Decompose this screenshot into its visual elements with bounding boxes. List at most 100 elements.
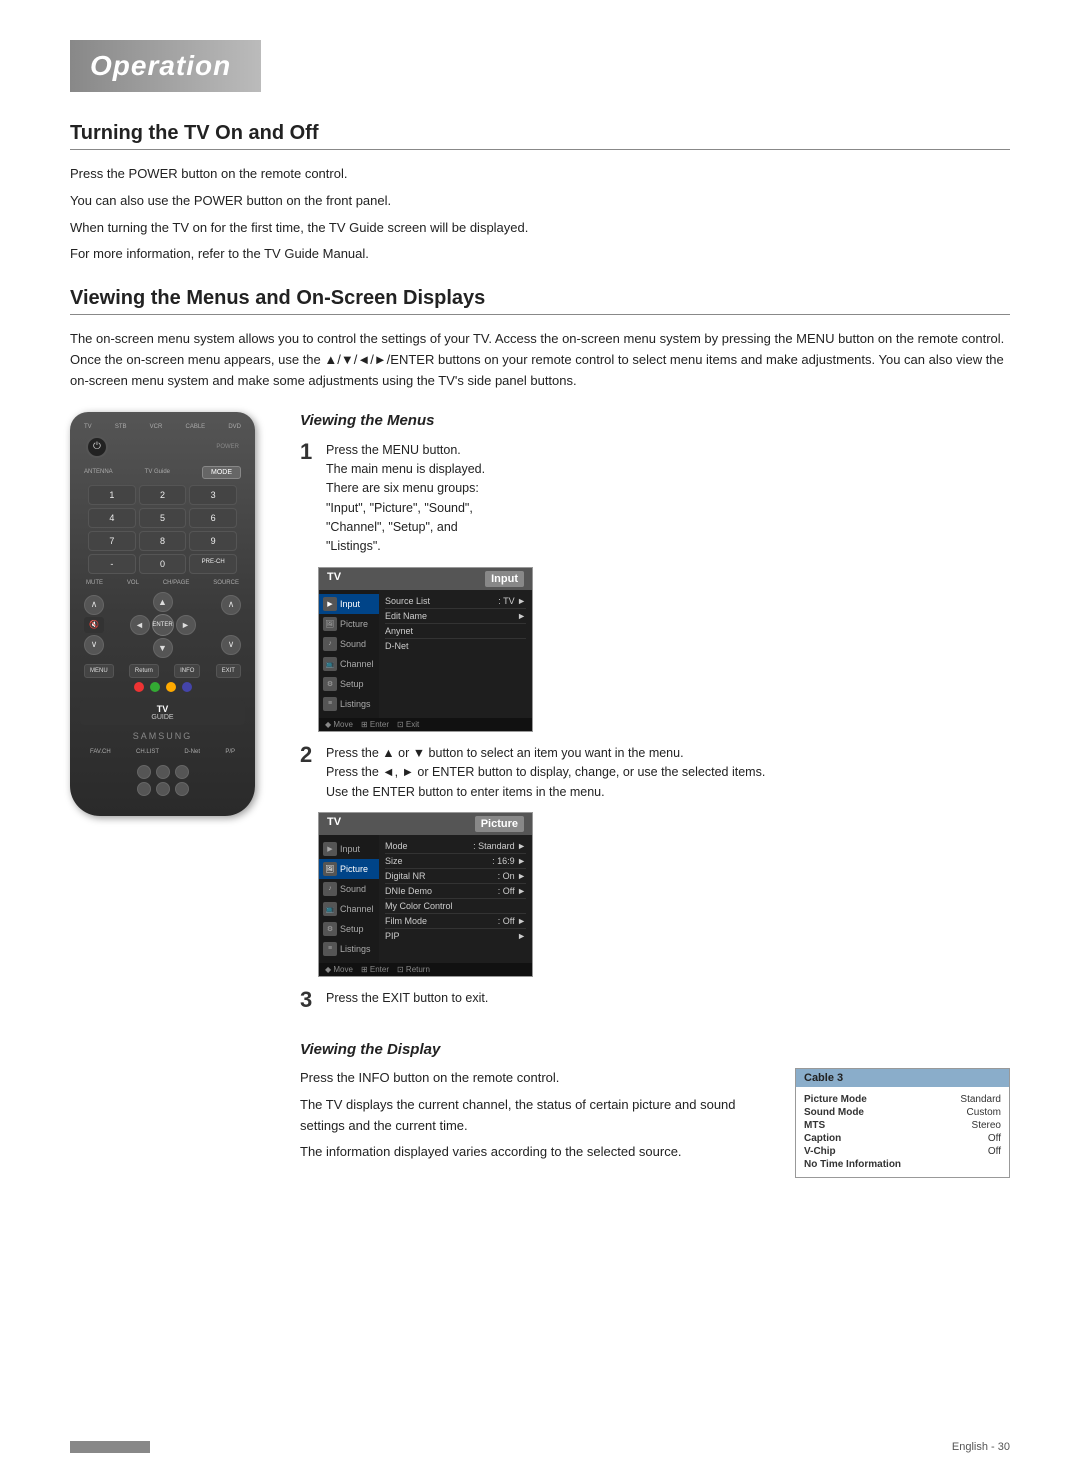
menu-input-label-2: Input — [340, 844, 360, 854]
instructions-area: Viewing the Menus 1 Press the MENU butto… — [300, 412, 1010, 1178]
display-row-picture-mode: Picture Mode Standard — [804, 1093, 1001, 1106]
step-1-content: Press the MENU button. The main menu is … — [326, 441, 1010, 557]
filmmode-label: Film Mode — [385, 916, 427, 926]
menu-right-panel-input: Source List : TV ► Edit Name ► Anynet — [379, 590, 532, 718]
ch-down-btn[interactable]: ∨ — [221, 635, 241, 655]
footer-return: ⊡ Return — [397, 965, 430, 974]
editname-arrow: ► — [517, 611, 526, 621]
notime-label: No Time Information — [804, 1159, 901, 1170]
mode-button[interactable]: MODE — [202, 466, 241, 479]
display-info-box: Cable 3 Picture Mode Standard Sound Mode… — [795, 1068, 1010, 1178]
num-btn-prech[interactable]: PRE-CH — [189, 554, 237, 574]
pip-label-menu: PIP — [385, 931, 400, 941]
ch-up-btn[interactable]: ∧ — [221, 595, 241, 615]
menu-listings-label-2: Listings — [340, 944, 371, 954]
bottom-btn-4[interactable] — [137, 782, 151, 796]
number-grid: 1 2 3 4 5 6 7 8 9 - 0 PRE-CH — [80, 485, 245, 574]
color-green-btn[interactable] — [150, 682, 160, 692]
tvguide-btn[interactable]: TV Guide — [145, 469, 170, 475]
picture-icon-2: 🖼 — [323, 862, 337, 876]
display-text: Press the INFO button on the remote cont… — [300, 1068, 775, 1178]
ch-buttons: ∧ ∨ — [221, 595, 241, 655]
num-btn-dash[interactable]: - — [88, 554, 136, 574]
footer-bar — [70, 1441, 150, 1453]
menu-left-panel: ▶ Input 🖼 Picture ♪ Sou — [319, 590, 379, 718]
mute-btn[interactable]: 🔇 — [84, 617, 104, 633]
num-btn-9[interactable]: 9 — [189, 531, 237, 551]
display-box-body: Picture Mode Standard Sound Mode Custom … — [796, 1087, 1009, 1177]
dpad-right[interactable]: ► — [176, 615, 196, 635]
antenna-row: ANTENNA TV Guide MODE — [80, 466, 245, 479]
info-btn[interactable]: INFO — [174, 664, 200, 678]
mts-label: MTS — [804, 1120, 884, 1131]
menu-btn[interactable]: MENU — [84, 664, 114, 678]
menu-left-panel-2: ▶ Input 🖼 Picture ♪ Sou — [319, 835, 379, 963]
editname-label: Edit Name — [385, 611, 427, 621]
sound-icon-2: ♪ — [323, 882, 337, 896]
vol-ch-row: MUTE VOL CH/PAGE SOURCE — [80, 580, 245, 586]
color-red-btn[interactable] — [134, 682, 144, 692]
dnr-label: Digital NR — [385, 871, 426, 881]
samsung-logo: SAMSUNG — [80, 731, 245, 741]
bottom-btn-6[interactable] — [175, 782, 189, 796]
bottom-btn-1[interactable] — [137, 765, 151, 779]
menu-channel-label-2: Channel — [340, 904, 374, 914]
power-button[interactable]: ⏻ — [86, 436, 108, 458]
dpad-down[interactable]: ▼ — [153, 638, 173, 658]
section2-body: The on-screen menu system allows you to … — [70, 329, 1010, 391]
num-btn-1[interactable]: 1 — [88, 485, 136, 505]
dpad-up[interactable]: ▲ — [153, 592, 173, 612]
bottom-btn-3[interactable] — [175, 765, 189, 779]
num-btn-8[interactable]: 8 — [139, 531, 187, 551]
dpad-left[interactable]: ◄ — [130, 615, 150, 635]
num-btn-7[interactable]: 7 — [88, 531, 136, 551]
menu-item-setup: ⚙ Setup — [319, 674, 379, 694]
num-btn-2[interactable]: 2 — [139, 485, 187, 505]
menu-item-input-2: ▶ Input — [319, 839, 379, 859]
enter-btn[interactable]: ENTER — [152, 614, 174, 636]
menu-item-listings: ≡ Listings — [319, 694, 379, 714]
menu-item-channel-2: 📺 Channel — [319, 899, 379, 919]
source-label: SOURCE — [213, 580, 239, 586]
menu-screenshot-picture: TV Picture ▶ Input � — [318, 812, 533, 977]
steps-area: 1 Press the MENU button. The main menu i… — [300, 441, 1010, 1021]
setup-icon: ⚙ — [323, 677, 337, 691]
step-1: 1 Press the MENU button. The main menu i… — [300, 441, 1010, 557]
section1-para4: For more information, refer to the TV Gu… — [70, 244, 1010, 265]
setup-icon-2: ⚙ — [323, 922, 337, 936]
bottom-btn-2[interactable] — [156, 765, 170, 779]
menu-item-picture-2: 🖼 Picture — [319, 859, 379, 879]
num-btn-4[interactable]: 4 — [88, 508, 136, 528]
num-btn-6[interactable]: 6 — [189, 508, 237, 528]
sound-icon: ♪ — [323, 637, 337, 651]
return-btn[interactable]: Return — [129, 664, 159, 678]
vol-buttons: ∧ 🔇 ∨ — [84, 595, 104, 655]
menu-input-label: Input — [340, 599, 360, 609]
color-blue-btn[interactable] — [182, 682, 192, 692]
picture-mode-label: Picture Mode — [804, 1094, 884, 1105]
vol-up-btn[interactable]: ∧ — [84, 595, 104, 615]
section1-para3: When turning the TV on for the first tim… — [70, 218, 1010, 239]
bottom-btn-5[interactable] — [156, 782, 170, 796]
remote-label-dvd: DVD — [228, 424, 241, 430]
input-icon: ▶ — [323, 597, 337, 611]
menu-row-dnie: DNIe Demo : Off ► — [385, 884, 526, 899]
pip-arrow: ► — [517, 931, 526, 941]
menu-row: MENU Return INFO EXIT — [80, 664, 245, 678]
dpad-middle: ◄ ENTER ► — [130, 614, 196, 636]
ch-spacer — [221, 617, 241, 633]
display-row-vchip: V-Chip Off — [804, 1145, 1001, 1158]
menu-row-size: Size : 16:9 ► — [385, 854, 526, 869]
menu-sidebar: ▶ Input 🖼 Picture ♪ Sou — [319, 590, 532, 718]
menu-listings-label: Listings — [340, 699, 371, 709]
menu-row-mycolor: My Color Control — [385, 899, 526, 914]
step-3-content: Press the EXIT button to exit. — [326, 989, 1010, 1011]
color-yellow-btn[interactable] — [166, 682, 176, 692]
num-btn-3[interactable]: 3 — [189, 485, 237, 505]
num-btn-0[interactable]: 0 — [139, 554, 187, 574]
num-btn-5[interactable]: 5 — [139, 508, 187, 528]
caption-value: Off — [988, 1133, 1001, 1144]
exit-btn[interactable]: EXIT — [216, 664, 241, 678]
menu-sound-label: Sound — [340, 639, 366, 649]
vol-down-btn[interactable]: ∨ — [84, 635, 104, 655]
